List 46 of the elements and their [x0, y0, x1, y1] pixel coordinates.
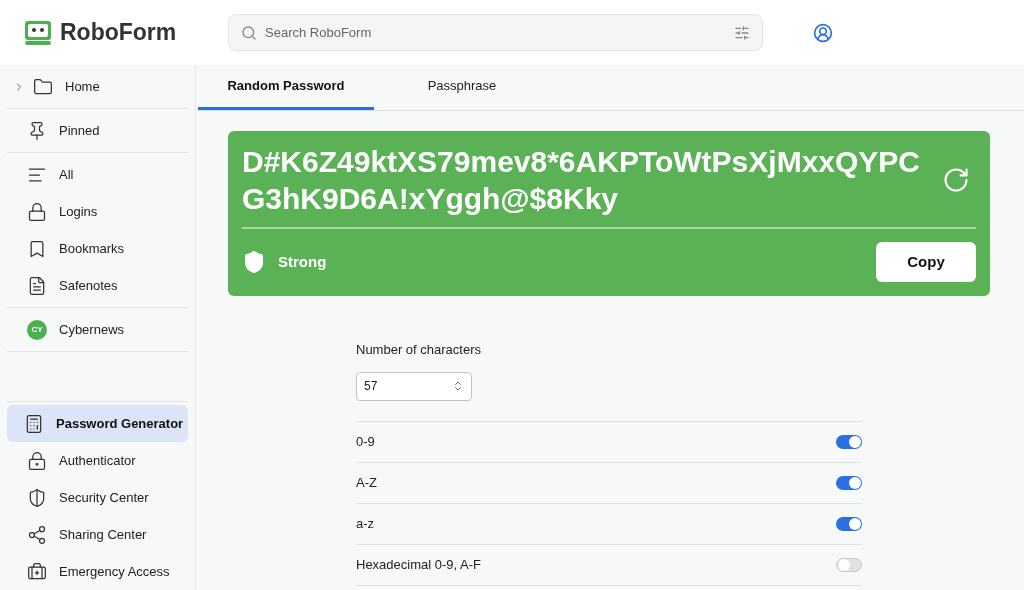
folder-icon: [33, 76, 53, 97]
copy-button[interactable]: Copy: [876, 242, 976, 282]
search-field[interactable]: Search RoboForm: [228, 14, 763, 51]
sidebar-item[interactable]: Pinned: [7, 112, 188, 149]
field-label: Number of characters: [356, 341, 482, 359]
refresh-icon[interactable]: [942, 166, 970, 194]
brand-name: RoboForm: [60, 18, 177, 48]
toggle-switch[interactable]: [836, 434, 862, 449]
filter-icon[interactable]: [734, 24, 750, 41]
sidebar-item[interactable]: Logins: [7, 193, 188, 230]
logo-icon: [24, 19, 52, 46]
strength-label: Strong: [278, 251, 327, 272]
sidebar-item[interactable]: Password Generator: [7, 405, 188, 442]
option-label: Hexadecimal 0-9, A-F: [356, 555, 481, 574]
shield-icon: [27, 487, 47, 508]
sidebar-item[interactable]: Authenticator: [7, 442, 188, 479]
toggle-switch[interactable]: [836, 516, 862, 531]
account-icon[interactable]: [813, 22, 833, 43]
generated-password: D#K6Z49ktXS79mev8*6AKPToWtPsXjMxxQYPCG3hK9D6A!xYggh@$8Kky: [242, 144, 922, 217]
search-icon: [241, 24, 257, 41]
sidebar-item[interactable]: All: [7, 156, 188, 193]
shield-icon: [242, 250, 266, 274]
search-input[interactable]: Search RoboForm: [265, 22, 726, 43]
sidebar-item[interactable]: Safenotes: [7, 267, 188, 304]
tab[interactable]: Random Password: [198, 65, 374, 110]
sidebar-item[interactable]: Sharing Center: [7, 516, 188, 553]
lock-icon: [27, 201, 47, 222]
sidebar-item[interactable]: Home: [7, 68, 188, 105]
sidebar-item[interactable]: Emergency Access: [7, 553, 188, 590]
tab[interactable]: Passphrase: [374, 65, 550, 110]
number-field[interactable]: 57: [356, 371, 472, 401]
sidebar-item[interactable]: Bookmarks: [7, 230, 188, 267]
medkit-icon: [27, 561, 47, 582]
toggle-switch[interactable]: [836, 557, 862, 572]
lock-icon: [27, 450, 47, 471]
sidebar-item[interactable]: Security Center: [7, 479, 188, 516]
stepper-icon[interactable]: [452, 380, 464, 392]
option-label: a-z: [356, 514, 375, 533]
sidebar-item[interactable]: CY Cybernews: [7, 311, 188, 348]
share-icon: [27, 524, 47, 545]
avatar-badge: CY: [27, 319, 47, 340]
note-icon: [27, 275, 47, 296]
toggle-switch[interactable]: [836, 475, 862, 490]
option-label: 0-9: [356, 432, 375, 451]
option-label: A-Z: [356, 473, 377, 492]
calculator-icon: [24, 413, 44, 434]
